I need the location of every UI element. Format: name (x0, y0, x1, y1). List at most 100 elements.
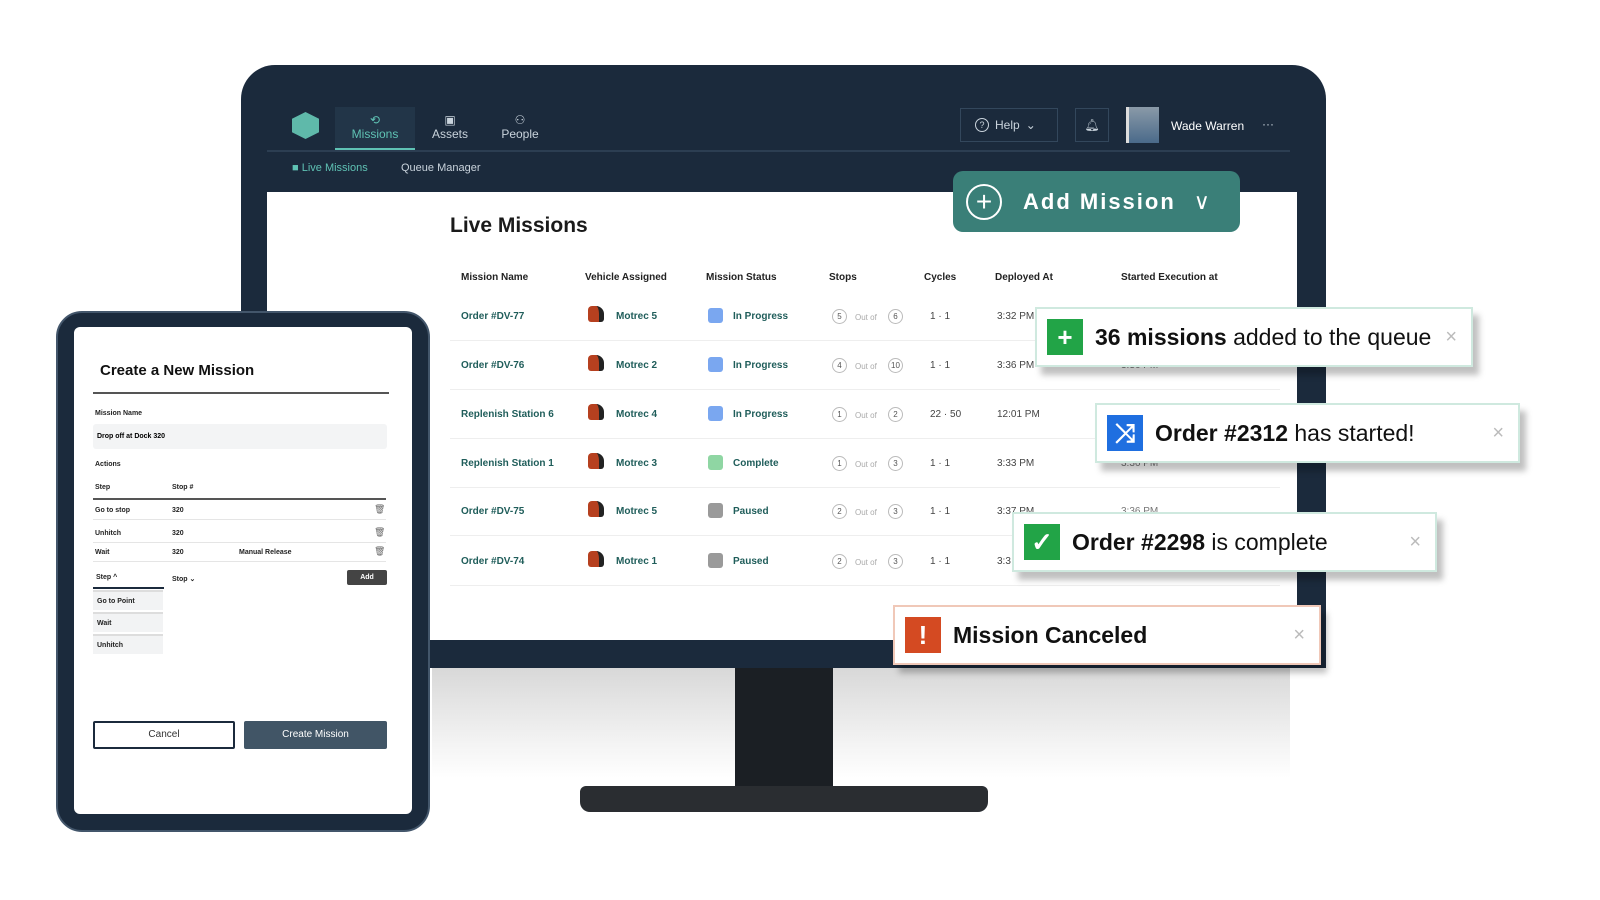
vehicle-name[interactable]: Motrec 1 (616, 556, 657, 567)
trash-icon[interactable]: 🗑︎ (374, 546, 385, 557)
step-stop: 320 (172, 530, 184, 537)
vehicle-icon (588, 501, 604, 517)
trash-icon[interactable]: 🗑︎ (374, 504, 385, 515)
stop-total: 2 (888, 407, 903, 422)
col-status: Mission Status (706, 272, 777, 283)
help-button[interactable]: ? Help ⌄ (960, 108, 1058, 142)
option-label: Go to Point (97, 598, 135, 605)
out-of-label: Out of (855, 313, 877, 322)
form-title: Create a New Mission (100, 362, 255, 379)
dropdown-option[interactable]: Wait (93, 612, 163, 632)
close-icon[interactable]: × (1445, 326, 1457, 349)
divider (93, 519, 386, 520)
stop-current: 1 (832, 456, 847, 471)
nav-assets[interactable]: ▣ Assets (410, 107, 490, 151)
add-step-button[interactable]: Add (347, 570, 387, 585)
mission-name-link[interactable]: Replenish Station 6 (461, 409, 554, 420)
vehicle-icon (588, 404, 604, 420)
divider (93, 542, 386, 543)
monitor-shadow (432, 668, 1290, 778)
dropdown-option[interactable]: Go to Point (93, 590, 163, 610)
toast-rest: has started! (1287, 419, 1415, 446)
deployed-at: 3:36 PM (997, 360, 1035, 371)
add-mission-button[interactable]: + Add Mission ∨ (953, 171, 1240, 232)
vehicle-icon (588, 551, 604, 567)
pause-icon (708, 553, 723, 568)
cycles: 1 · 1 (930, 506, 951, 517)
step-stop: 320 (172, 507, 184, 514)
cancel-button[interactable]: Cancel (93, 721, 235, 749)
stop-current: 2 (832, 554, 847, 569)
col-vehicle: Vehicle Assigned (585, 272, 667, 283)
progress-icon (708, 308, 723, 323)
vehicle-name[interactable]: Motrec 5 (616, 506, 657, 517)
toast-notification[interactable]: +36 missions added to the queue × (1035, 307, 1473, 367)
subnav-live-missions[interactable]: ■ Live Missions (292, 162, 368, 174)
divider (93, 392, 389, 394)
toast-notification[interactable]: ! Mission Canceled × (893, 605, 1321, 665)
close-icon[interactable]: × (1293, 624, 1305, 647)
close-icon[interactable]: × (1409, 531, 1421, 554)
toast-notification[interactable]: ⤨ Order #2312 has started! × (1095, 403, 1520, 463)
step-name: Wait (95, 549, 110, 556)
stop-total: 6 (888, 309, 903, 324)
stop-total: 3 (888, 504, 903, 519)
user-name: Wade Warren (1171, 119, 1245, 133)
col-started: Started Execution at (1121, 272, 1218, 283)
toast-bold: Order #2312 (1155, 419, 1288, 446)
people-icon: ⚇ (514, 113, 526, 127)
plus-circle-icon: + (966, 183, 1002, 220)
nav-people[interactable]: ⚇ People (480, 107, 560, 151)
step-select[interactable]: Step ^ (96, 574, 117, 581)
dropdown-option[interactable]: Unhitch (93, 634, 163, 654)
status-text: In Progress (733, 360, 789, 371)
monitor-stand (735, 668, 833, 790)
deployed-at: 3:3 (997, 556, 1011, 567)
col-mission-name: Mission Name (461, 272, 529, 283)
alert-icon: ! (905, 617, 941, 653)
actions-label: Actions (95, 461, 121, 468)
mission-name-link[interactable]: Replenish Station 1 (461, 458, 554, 469)
subnav-queue-manager[interactable]: Queue Manager (401, 162, 481, 174)
page-title: Live Missions (450, 214, 588, 237)
mission-name-link[interactable]: Order #DV-76 (461, 360, 524, 371)
pause-icon (708, 503, 723, 518)
notifications-button[interactable]: 🔔︎ (1075, 108, 1109, 142)
vehicle-icon (588, 453, 604, 469)
step-name: Go to stop (95, 507, 130, 514)
status-text: In Progress (733, 409, 789, 420)
mission-name-link[interactable]: Order #DV-75 (461, 506, 524, 517)
mission-name-input[interactable]: Drop off at Dock 320 (93, 424, 387, 449)
divider (93, 561, 386, 562)
trash-icon[interactable]: 🗑︎ (374, 527, 385, 538)
col-cycles: Cycles (924, 272, 957, 283)
avatar[interactable] (1126, 107, 1159, 143)
cycles: 1 · 1 (930, 360, 951, 371)
vehicle-icon (588, 355, 604, 371)
missions-icon: ⟲ (369, 113, 381, 127)
col-step: Step (95, 484, 111, 491)
vehicle-name[interactable]: Motrec 4 (616, 409, 657, 420)
more-menu-icon[interactable]: ··· (1262, 117, 1274, 131)
vehicle-name[interactable]: Motrec 5 (616, 311, 657, 322)
vehicle-name[interactable]: Motrec 3 (616, 458, 657, 469)
status-text: In Progress (733, 311, 789, 322)
nav-missions[interactable]: ⟲ Missions (335, 107, 415, 151)
col-deployed: Deployed At (995, 272, 1053, 283)
mission-name-link[interactable]: Order #DV-74 (461, 556, 524, 567)
deployed-at: 3:33 PM (997, 458, 1035, 469)
toast-notification[interactable]: ✓ Order #2298 is complete × (1012, 512, 1437, 572)
stop-select[interactable]: Stop ⌄ (172, 575, 195, 583)
step-name: Unhitch (95, 530, 122, 537)
check-icon (708, 455, 723, 470)
status-text: Paused (733, 556, 769, 567)
stop-current: 4 (832, 358, 847, 373)
stop-current: 5 (832, 309, 847, 324)
divider (267, 150, 1290, 152)
mission-name-link[interactable]: Order #DV-77 (461, 311, 524, 322)
vehicle-name[interactable]: Motrec 2 (616, 360, 657, 371)
close-icon[interactable]: × (1492, 422, 1504, 445)
chevron-down-icon: ∨ (1193, 188, 1210, 214)
create-mission-button[interactable]: Create Mission (244, 721, 387, 749)
toast-bold: 36 missions (1095, 323, 1227, 350)
